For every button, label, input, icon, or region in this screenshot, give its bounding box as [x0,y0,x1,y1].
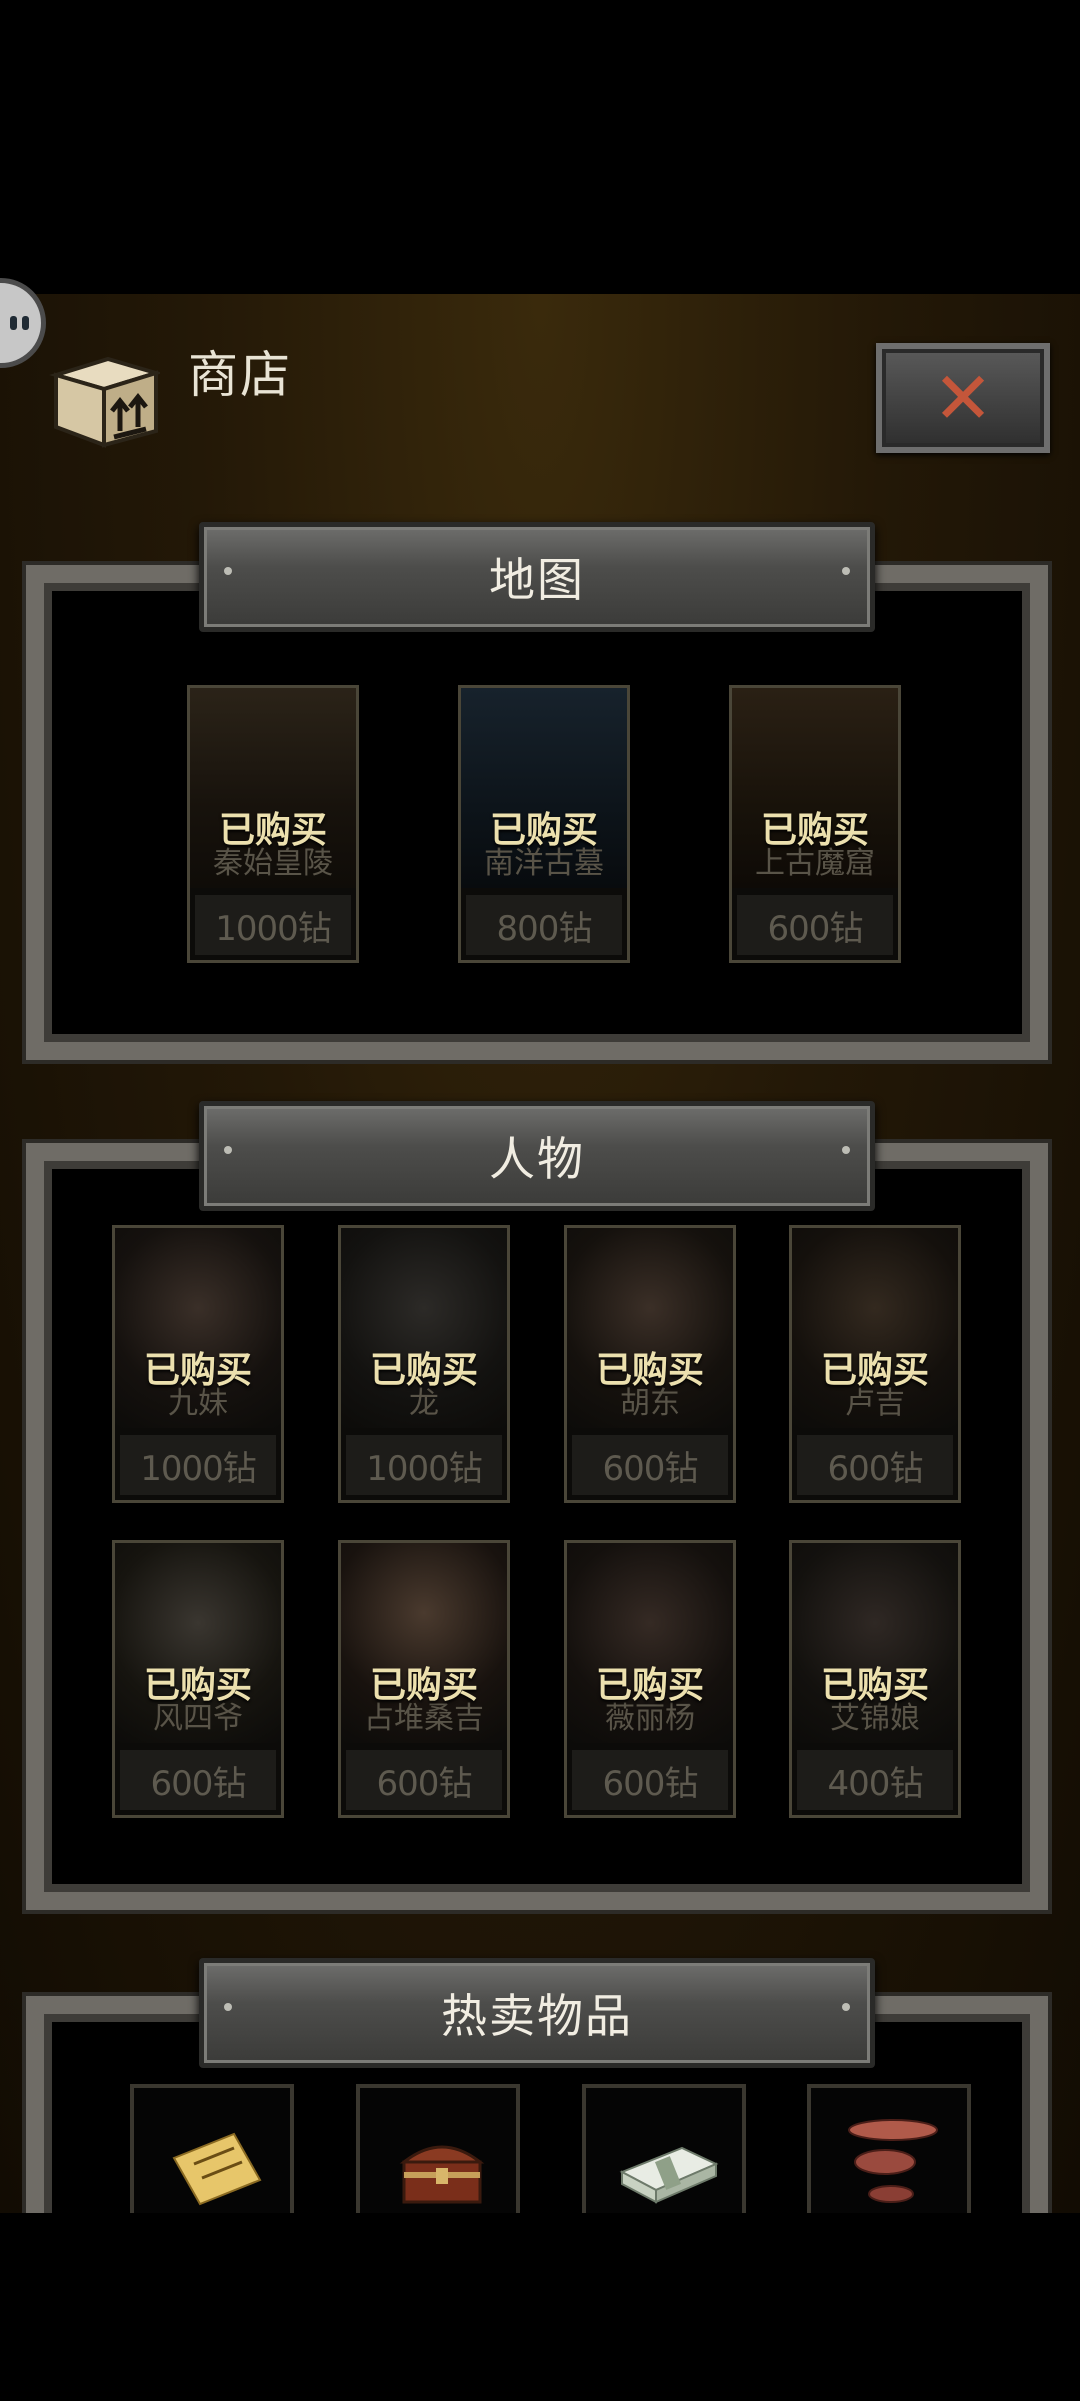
purchased-label: 已购买 [489,810,598,851]
character-card-2[interactable]: 已购买 胡东 600钻 [564,1225,736,1503]
purchased-label: 已购买 [369,1350,478,1391]
close-button[interactable]: ✕ [876,343,1050,453]
item-price: 600钻 [797,1435,953,1495]
item-price: 600钻 [572,1435,728,1495]
purchased-label: 已购买 [820,1665,929,1706]
purchased-label: 已购买 [369,1665,478,1706]
purchased-label: 已购买 [760,810,869,851]
section-header-hot-items: 热卖物品 [199,1958,875,2068]
purchased-label: 已购买 [595,1350,704,1391]
cash-stack-icon [619,2146,719,2204]
character-card-0[interactable]: 已购买 九妹 1000钻 [112,1225,284,1503]
character-card-4[interactable]: 已购买 风四爷 600钻 [112,1540,284,1818]
item-price: 400钻 [797,1750,953,1810]
close-icon: ✕ [932,356,994,440]
page-title: 商店 [188,346,292,404]
section-header-maps: 地图 [199,522,875,632]
purchased-label: 已购买 [143,1350,252,1391]
item-price: 600钻 [346,1750,502,1810]
purchased-label: 已购买 [820,1350,929,1391]
character-card-3[interactable]: 已购买 卢吉 600钻 [789,1225,961,1503]
item-price: 600钻 [737,895,893,955]
ticket-icon [172,2132,262,2206]
character-card-6[interactable]: 已购买 薇丽杨 600钻 [564,1540,736,1818]
section-title: 人物 [489,1132,585,1186]
box-icon [48,345,163,450]
item-price: 1000钻 [346,1435,502,1495]
map-card-1[interactable]: 已购买 南洋古墓 800钻 [458,685,630,963]
section-title: 热卖物品 [441,1989,633,2043]
treasure-chest-icon [399,2145,485,2204]
section-header-characters: 人物 [199,1101,875,1211]
purchased-label: 已购买 [218,810,327,851]
fishing-lure-icon [848,2119,938,2203]
map-card-2[interactable]: 已购买 上古魔窟 600钻 [729,685,901,963]
hot-item-slot-0[interactable] [130,2084,294,2234]
character-card-5[interactable]: 已购买 占堆桑吉 600钻 [338,1540,510,1818]
character-card-1[interactable]: 已购买 龙 1000钻 [338,1225,510,1503]
item-price: 800钻 [466,895,622,955]
item-price: 600钻 [572,1750,728,1810]
purchased-label: 已购买 [595,1665,704,1706]
character-card-7[interactable]: 已购买 艾锦娘 400钻 [789,1540,961,1818]
item-price: 1000钻 [120,1435,276,1495]
hot-item-slot-2[interactable] [582,2084,746,2234]
item-price: 600钻 [120,1750,276,1810]
hot-item-slot-1[interactable] [356,2084,520,2234]
section-title: 地图 [489,553,585,607]
hot-item-slot-3[interactable] [807,2084,971,2234]
map-card-0[interactable]: 已购买 秦始皇陵 1000钻 [187,685,359,963]
purchased-label: 已购买 [143,1665,252,1706]
bottom-system-bar [0,2213,1080,2401]
item-price: 1000钻 [195,895,351,955]
